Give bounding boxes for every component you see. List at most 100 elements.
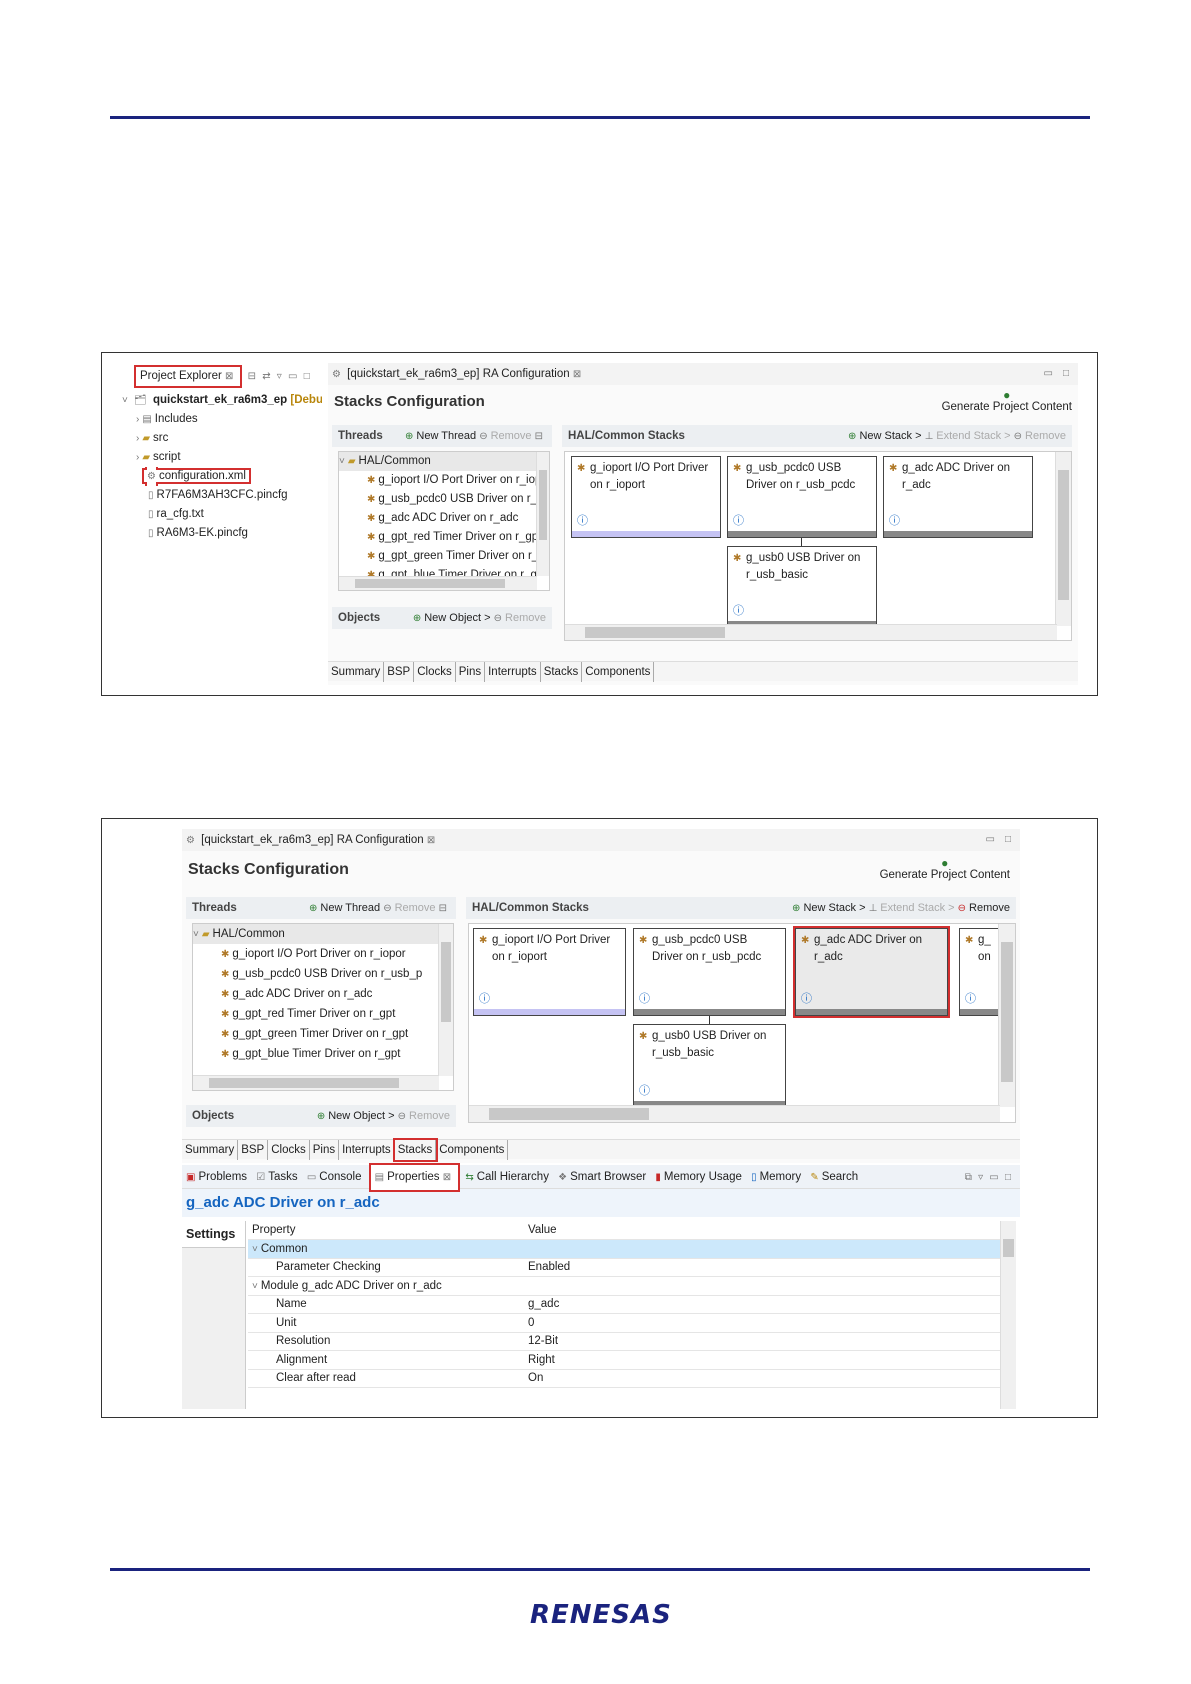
thread-item[interactable]: ✱ g_adc ADC Driver on r_adc — [193, 984, 439, 1004]
settings-tab[interactable]: Settings — [182, 1221, 246, 1409]
minimize-icon[interactable]: ▭ — [989, 1166, 998, 1190]
stack-adc[interactable]: ✱ g_adc ADC Driver on r_adc ⓘ — [793, 926, 950, 1018]
tab-call-hierarchy[interactable]: ⇆ Call Hierarchy — [465, 1165, 549, 1190]
thread-item[interactable]: ✱ g_gpt_red Timer Driver on r_gpt — [193, 1004, 439, 1024]
new-window-icon[interactable]: ⧉ — [965, 1166, 972, 1190]
property-value[interactable]: On — [524, 1369, 938, 1388]
stacks-hscroll[interactable] — [469, 1105, 1000, 1122]
view-menu-icon[interactable]: ▿ — [978, 1166, 983, 1190]
tree-item-includes[interactable]: › ▤ Includes — [122, 410, 322, 429]
thread-item[interactable]: ✱ g_gpt_red Timer Driver on r_gpt — [339, 528, 537, 547]
remove-stack-button[interactable]: ⊖ Remove — [1014, 430, 1066, 442]
new-thread-button[interactable]: ⊕ New Thread — [405, 430, 476, 442]
info-icon[interactable]: ⓘ — [577, 512, 588, 528]
new-object-button[interactable]: ⊕ New Object > — [317, 1110, 395, 1122]
tab-summary[interactable]: Summary — [328, 662, 385, 682]
stack-usb-basic[interactable]: ✱ g_usb0 USB Driver on r_usb_basic ⓘ — [633, 1024, 786, 1108]
info-icon[interactable]: ⓘ — [733, 512, 744, 528]
project-explorer-tab[interactable]: Project Explorer ⊠ — [133, 365, 243, 388]
tab-interrupts[interactable]: Interrupts — [339, 1140, 395, 1160]
table-row[interactable]: Unit 0 — [248, 1313, 1000, 1333]
thread-item[interactable]: ✱ g_ioport I/O Port Driver on r_iop — [339, 471, 537, 490]
project-node[interactable]: ˅ 🗂 quickstart_ek_ra6m3_ep [Debu — [122, 391, 322, 410]
tab-properties[interactable]: ▤ Properties ⊠ — [368, 1163, 461, 1192]
stack-usb-pcdc[interactable]: ✱ g_usb_pcdc0 USB Driver on r_usb_pcdc ⓘ — [727, 456, 877, 538]
info-icon[interactable]: ⓘ — [801, 990, 812, 1006]
properties-vscroll[interactable] — [1000, 1221, 1016, 1409]
thread-item[interactable]: ✱ g_gpt_green Timer Driver on r_g — [339, 547, 537, 566]
table-row[interactable]: ˅ Module g_adc ADC Driver on r_adc — [248, 1276, 1000, 1296]
stack-ioport[interactable]: ✱ g_ioport I/O Port Driver on r_ioport ⓘ — [571, 456, 721, 538]
stack-adc[interactable]: ✱ g_adc ADC Driver on r_adc ⓘ — [883, 456, 1033, 538]
property-value[interactable]: 0 — [524, 1313, 938, 1333]
thread-item[interactable]: ✱ g_usb_pcdc0 USB Driver on r_usb_p — [193, 964, 439, 984]
generate-project-content-button[interactable]: ● Generate Project Content — [942, 389, 1072, 413]
tab-console[interactable]: ▭ Console — [307, 1165, 362, 1190]
tab-interrupts[interactable]: Interrupts — [485, 662, 541, 682]
editor-tab[interactable]: [quickstart_ek_ra6m3_ep] RA Configuratio… — [347, 368, 569, 380]
stacks-vscroll[interactable] — [998, 924, 1015, 1107]
tab-search[interactable]: ✎ Search — [810, 1165, 858, 1190]
property-value[interactable]: Enabled — [524, 1258, 938, 1277]
new-stack-button[interactable]: ⊕ New Stack > — [792, 902, 865, 914]
new-stack-button[interactable]: ⊕ New Stack > — [848, 430, 921, 442]
link-icon[interactable]: ⇄ — [262, 366, 270, 388]
remove-stack-button[interactable]: ⊖ Remove — [958, 902, 1010, 914]
table-row[interactable]: Name g_adc — [248, 1295, 1000, 1314]
tab-problems[interactable]: ▣ Problems — [186, 1165, 247, 1190]
info-icon[interactable]: ⓘ — [889, 512, 900, 528]
expand-icon[interactable]: ˅ — [339, 452, 345, 471]
thread-item[interactable]: ✱ g_gpt_blue Timer Driver on r_gpt — [193, 1044, 439, 1064]
close-icon[interactable]: ⊠ — [443, 1166, 451, 1190]
close-icon[interactable]: ⊠ — [427, 830, 435, 852]
tab-pins[interactable]: Pins — [310, 1140, 340, 1160]
new-object-button[interactable]: ⊕ New Object > — [413, 612, 491, 624]
stacks-hscroll[interactable] — [565, 624, 1057, 640]
tree-item-configuration-xml[interactable]: ⚙ configuration.xml — [122, 467, 322, 486]
maximize-icon[interactable]: □ — [1005, 1166, 1011, 1190]
tab-memory-usage[interactable]: ▮ Memory Usage — [655, 1165, 741, 1190]
collapse-all-icon[interactable]: ⊟ — [248, 366, 256, 388]
minimize-icon[interactable]: ▭ — [986, 829, 995, 851]
info-icon[interactable]: ⓘ — [733, 602, 744, 618]
property-value[interactable]: Right — [524, 1350, 938, 1370]
new-thread-button[interactable]: ⊕ New Thread — [309, 902, 380, 914]
extend-stack-button[interactable]: ⊥ Extend Stack > — [869, 902, 955, 914]
threads-hscroll[interactable] — [193, 1075, 439, 1090]
table-row[interactable]: Parameter Checking Enabled — [248, 1258, 1000, 1277]
table-row[interactable]: Alignment Right — [248, 1350, 1000, 1370]
threads-vscroll[interactable] — [536, 452, 549, 576]
info-icon[interactable]: ⓘ — [479, 990, 490, 1006]
view-menu-icon[interactable]: ▿ — [277, 366, 282, 388]
info-icon[interactable]: ⓘ — [639, 1082, 650, 1098]
generate-project-content-button[interactable]: ● Generate Project Content — [880, 857, 1010, 881]
tab-components[interactable]: Components — [436, 1140, 509, 1160]
tab-bsp[interactable]: BSP — [238, 1140, 269, 1160]
expand-icon[interactable]: ˅ — [193, 925, 199, 944]
thread-root[interactable]: ˅ ▰ HAL/Common — [193, 924, 439, 944]
thread-item[interactable]: ✱ g_usb_pcdc0 USB Driver on r_us — [339, 490, 537, 509]
tab-clocks[interactable]: Clocks — [414, 662, 456, 682]
tree-item-src[interactable]: › ▰ src — [122, 429, 322, 448]
chevron-right-icon[interactable]: › — [136, 429, 139, 448]
tab-summary[interactable]: Summary — [182, 1140, 239, 1160]
maximize-icon[interactable]: □ — [1063, 363, 1069, 385]
remove-object-button[interactable]: ⊖ Remove — [398, 1110, 450, 1122]
thread-item[interactable]: ✱ g_adc ADC Driver on r_adc — [339, 509, 537, 528]
expand-icon[interactable]: ˅ — [122, 391, 128, 410]
table-row[interactable]: ˅ Common — [248, 1239, 1000, 1259]
property-value[interactable]: g_adc — [524, 1295, 938, 1314]
tree-item-ek-pincfg[interactable]: ▯ RA6M3-EK.pincfg — [122, 524, 322, 543]
remove-thread-button[interactable]: ⊖ Remove — [479, 430, 531, 442]
close-icon[interactable]: ⊠ — [573, 364, 581, 386]
minimize-icon[interactable]: ▭ — [288, 366, 297, 388]
threads-vscroll[interactable] — [438, 924, 453, 1076]
threads-hscroll[interactable] — [339, 576, 537, 590]
close-icon[interactable]: ⊠ — [225, 368, 233, 386]
expand-icon[interactable]: ˅ — [252, 1281, 258, 1292]
tab-smart-browser[interactable]: ❖ Smart Browser — [558, 1165, 646, 1190]
editor-tab[interactable]: [quickstart_ek_ra6m3_ep] RA Configuratio… — [201, 834, 423, 846]
tab-clocks[interactable]: Clocks — [268, 1140, 310, 1160]
tab-tasks[interactable]: ☑ Tasks — [256, 1165, 297, 1190]
tree-item-pincfg[interactable]: ▯ R7FA6M3AH3CFC.pincfg — [122, 486, 322, 505]
